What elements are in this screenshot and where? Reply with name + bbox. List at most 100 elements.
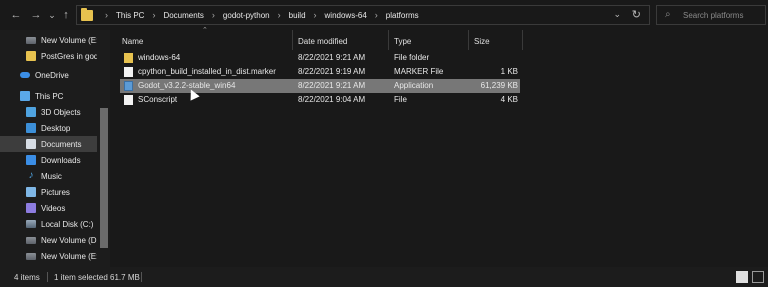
- file-row-windows-64[interactable]: windows-64 8/22/2021 9:21 AM File folder: [120, 51, 520, 65]
- column-header-type[interactable]: Type: [394, 33, 411, 49]
- drive-icon: [26, 252, 36, 260]
- sidebar-item-label: New Volume (D:: [41, 235, 97, 245]
- search-placeholder: Search platforms: [683, 11, 744, 20]
- file-name: SConscript: [138, 95, 178, 104]
- search-box[interactable]: ⌕ Search platforms: [656, 5, 766, 25]
- status-bar: 4 items 1 item selected 61.7 MB: [0, 267, 768, 287]
- breadcrumb-separator-icon: ›: [277, 10, 281, 20]
- refresh-icon[interactable]: ↻: [632, 8, 641, 21]
- address-bar[interactable]: › This PC › Documents › godot-python › b…: [76, 5, 650, 25]
- column-divider[interactable]: [388, 30, 389, 50]
- up-button[interactable]: ↑: [60, 9, 72, 21]
- column-divider[interactable]: [468, 30, 469, 50]
- desktop-icon: [26, 123, 36, 133]
- breadcrumb-separator-icon: ›: [152, 10, 156, 20]
- sidebar-item-label: OneDrive: [35, 70, 69, 80]
- file-name: cpython_build_installed_in_dist.marker: [138, 67, 276, 76]
- breadcrumb-platforms[interactable]: platforms: [386, 11, 419, 20]
- item-count: 4 items: [14, 273, 40, 282]
- file-type: Application: [394, 81, 434, 90]
- sidebar-item-label: New Volume (E:): [41, 35, 97, 45]
- breadcrumb-godot-python[interactable]: godot-python: [223, 11, 270, 20]
- pictures-icon: [26, 187, 36, 197]
- file-type: File folder: [394, 53, 430, 62]
- sidebar-item-desktop[interactable]: Desktop: [0, 120, 97, 136]
- chevron-down-icon[interactable]: ⌄: [613, 9, 621, 20]
- file-size: 4 KB: [500, 95, 518, 104]
- pc-icon: [20, 91, 30, 101]
- details-view-icon[interactable]: [736, 271, 748, 283]
- sidebar-item-onedrive[interactable]: OneDrive: [0, 67, 97, 83]
- sidebar-item-videos[interactable]: Videos: [0, 200, 97, 216]
- column-header-label: Type: [394, 36, 412, 46]
- breadcrumb-separator-icon: ›: [313, 10, 317, 20]
- file-date: 8/22/2021 9:21 AM: [298, 53, 366, 62]
- downloads-icon: [26, 155, 36, 165]
- breadcrumb-build[interactable]: build: [289, 11, 306, 20]
- file-row-sconscript[interactable]: SConscript 8/22/2021 9:04 AM File 4 KB: [120, 93, 520, 107]
- file-list: Name ⌃ Date modified Type Size windows-6…: [110, 27, 768, 267]
- folder-icon: [81, 8, 93, 21]
- file-date: 8/22/2021 9:19 AM: [298, 67, 366, 76]
- sidebar-item-label: 3D Objects: [41, 107, 81, 117]
- videos-icon: [26, 203, 36, 213]
- drive-icon: [26, 36, 36, 44]
- documents-icon: [26, 139, 36, 149]
- sidebar-item-label: New Volume (E:): [41, 251, 97, 261]
- column-header-label: Date modified: [298, 36, 348, 46]
- breadcrumb-this-pc[interactable]: This PC: [116, 11, 144, 20]
- drive-icon: [26, 236, 36, 244]
- sidebar-item-local-disk-c[interactable]: Local Disk (C:): [0, 216, 97, 232]
- breadcrumb-documents[interactable]: Documents: [163, 11, 203, 20]
- sidebar-item-this-pc[interactable]: This PC: [0, 88, 97, 104]
- sidebar-item-label: Music: [41, 171, 62, 181]
- sidebar-item-label: PostGres in godc: [41, 51, 97, 61]
- file-row-marker[interactable]: cpython_build_installed_in_dist.marker 8…: [120, 65, 520, 79]
- scrollbar-thumb[interactable]: [100, 108, 108, 248]
- breadcrumb: › This PC › Documents › godot-python › b…: [97, 6, 419, 24]
- cloud-icon: [20, 72, 30, 78]
- file-size: 61,239 KB: [480, 81, 518, 90]
- local-disk-icon: [26, 220, 36, 228]
- sidebar-item-label: Desktop: [41, 123, 71, 133]
- sidebar-item-new-volume-d[interactable]: New Volume (D:: [0, 232, 97, 248]
- column-header-name[interactable]: Name: [122, 33, 143, 49]
- back-button[interactable]: ←: [10, 9, 22, 21]
- breadcrumb-separator-icon: ›: [105, 10, 108, 20]
- column-header-label: Size: [474, 36, 490, 46]
- column-header-date-modified[interactable]: Date modified: [298, 33, 347, 49]
- file-row-godot[interactable]: Godot_v3.2.2-stable_win64 8/22/2021 9:21…: [120, 79, 520, 93]
- search-icon: ⌕: [665, 9, 671, 20]
- address-toolbar: ← → ⌄ ↑ › This PC › Documents › godot-py…: [0, 0, 768, 30]
- column-header-size[interactable]: Size: [474, 33, 490, 49]
- sidebar-item-3d-objects[interactable]: 3D Objects: [0, 104, 97, 120]
- sidebar-item-pictures[interactable]: Pictures: [0, 184, 97, 200]
- breadcrumb-windows-64[interactable]: windows-64: [325, 11, 367, 20]
- forward-button[interactable]: →: [30, 9, 42, 21]
- breadcrumb-separator-icon: ›: [374, 10, 378, 20]
- file-type: File: [394, 95, 407, 104]
- music-icon: ♪: [28, 170, 34, 181]
- file-date: 8/22/2021 9:21 AM: [298, 81, 366, 90]
- selection-info: 1 item selected 61.7 MB: [54, 273, 140, 282]
- sidebar-item-downloads[interactable]: Downloads: [0, 152, 97, 168]
- recent-locations-button[interactable]: ⌄: [46, 9, 58, 21]
- column-divider[interactable]: [522, 30, 523, 50]
- sidebar-item-label: Downloads: [41, 155, 81, 165]
- sidebar-item-label: Videos: [41, 203, 66, 213]
- sort-ascending-icon: ⌃: [202, 27, 208, 34]
- sidebar-item-new-volume-e[interactable]: New Volume (E:): [0, 32, 97, 48]
- file-date: 8/22/2021 9:04 AM: [298, 95, 366, 104]
- sidebar-item-new-volume-e-2[interactable]: New Volume (E:): [0, 248, 97, 264]
- application-icon: [124, 81, 133, 91]
- sidebar-item-documents[interactable]: Documents: [0, 136, 97, 152]
- sidebar-scrollbar[interactable]: [98, 30, 110, 267]
- document-icon: [124, 95, 133, 105]
- status-divider: [47, 272, 48, 282]
- sidebar-item-music[interactable]: ♪ Music: [0, 168, 97, 184]
- file-size: 1 KB: [500, 67, 518, 76]
- large-icons-view-icon[interactable]: [752, 271, 764, 283]
- sidebar-item-postgres[interactable]: PostGres in godc: [0, 48, 97, 64]
- column-divider[interactable]: [292, 30, 293, 50]
- file-name: Godot_v3.2.2-stable_win64: [138, 81, 236, 90]
